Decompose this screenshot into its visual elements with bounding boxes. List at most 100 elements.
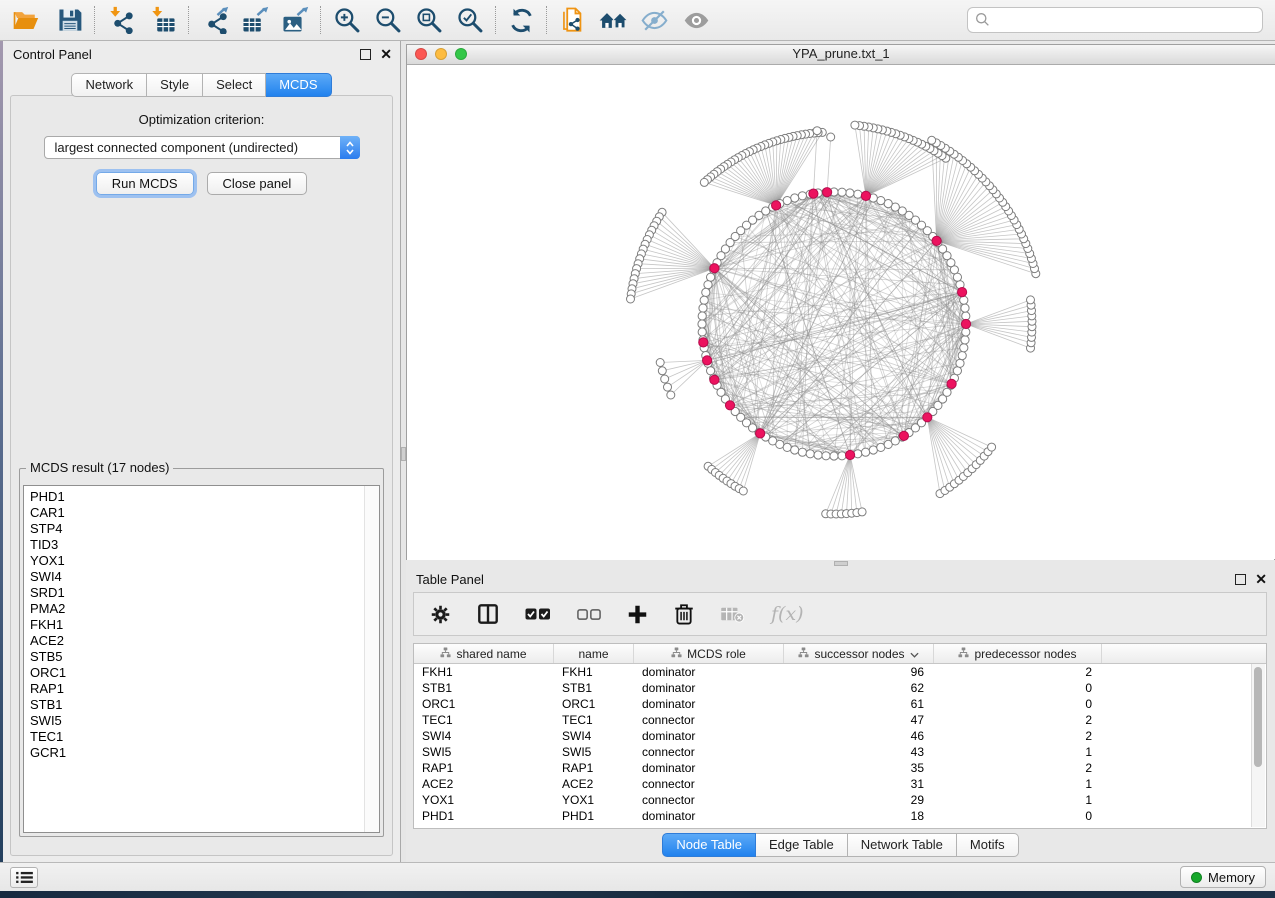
network-node[interactable] — [699, 304, 707, 312]
network-node[interactable] — [960, 296, 968, 304]
show-all-icon[interactable] — [682, 3, 711, 37]
delete-table-icon[interactable] — [720, 605, 745, 623]
network-node[interactable] — [838, 188, 846, 196]
dominator-node[interactable] — [703, 356, 712, 365]
table-row[interactable]: SWI5SWI5connector431 — [414, 744, 1266, 760]
dominator-node[interactable] — [958, 288, 967, 297]
export-image-icon[interactable] — [281, 3, 309, 37]
network-node[interactable] — [656, 359, 664, 367]
mcds-result-item[interactable]: CAR1 — [30, 505, 379, 521]
network-node[interactable] — [960, 344, 968, 352]
network-node[interactable] — [1027, 296, 1035, 304]
dominator-node[interactable] — [823, 188, 832, 197]
tab-select[interactable]: Select — [203, 73, 266, 97]
dominator-node[interactable] — [772, 201, 781, 210]
mcds-result-item[interactable]: STP4 — [30, 521, 379, 537]
function-builder-icon[interactable]: f(x) — [771, 603, 804, 625]
window-close-icon[interactable] — [415, 48, 427, 60]
network-node[interactable] — [838, 452, 846, 460]
network-node[interactable] — [858, 508, 866, 516]
network-node[interactable] — [667, 391, 675, 399]
window-minimize-icon[interactable] — [435, 48, 447, 60]
close-panel-icon[interactable]: ✕ — [1255, 573, 1267, 585]
clone-network-icon[interactable] — [559, 3, 587, 37]
tab-mcds[interactable]: MCDS — [266, 73, 331, 97]
table-row[interactable]: PHD1PHD1dominator180 — [414, 808, 1266, 824]
column-header-mcds-role[interactable]: MCDS role — [634, 644, 784, 663]
table-row[interactable]: RAP1RAP1dominator352 — [414, 760, 1266, 776]
dominator-node[interactable] — [809, 189, 818, 198]
network-canvas[interactable] — [407, 65, 1274, 560]
network-node[interactable] — [877, 197, 885, 205]
mcds-result-item[interactable]: ORC1 — [30, 665, 379, 681]
mcds-result-item[interactable]: SWI4 — [30, 569, 379, 585]
dominator-node[interactable] — [861, 191, 870, 200]
table-row[interactable]: TEC1TEC1connector472 — [414, 712, 1266, 728]
dominator-node[interactable] — [756, 429, 765, 438]
close-panel-button[interactable]: Close panel — [207, 172, 308, 195]
deselect-all-rows-icon[interactable] — [577, 608, 601, 621]
network-node[interactable] — [700, 296, 708, 304]
mcds-result-item[interactable]: STB1 — [30, 697, 379, 713]
network-node[interactable] — [707, 273, 715, 281]
network-node[interactable] — [953, 367, 961, 375]
dominator-node[interactable] — [710, 264, 719, 273]
network-node[interactable] — [961, 336, 969, 344]
scrollbar-thumb[interactable] — [1254, 667, 1262, 767]
network-node[interactable] — [813, 127, 821, 135]
table-row[interactable]: FKH1FKH1dominator962 — [414, 664, 1266, 680]
column-header-predecessor-nodes[interactable]: predecessor nodes — [934, 644, 1102, 663]
dominator-node[interactable] — [710, 375, 719, 384]
open-file-icon[interactable] — [12, 3, 39, 37]
network-node[interactable] — [698, 320, 706, 328]
tab-network-table[interactable]: Network Table — [848, 833, 957, 857]
import-table-icon[interactable] — [149, 3, 177, 37]
tab-edge-table[interactable]: Edge Table — [756, 833, 848, 857]
dominator-node[interactable] — [923, 413, 932, 422]
mcds-result-item[interactable]: PHD1 — [30, 489, 379, 505]
column-header-successor-nodes[interactable]: successor nodes — [784, 644, 934, 663]
mcds-result-item[interactable]: FKH1 — [30, 617, 379, 633]
mcds-result-item[interactable]: TID3 — [30, 537, 379, 553]
dominator-node[interactable] — [961, 319, 970, 328]
network-node[interactable] — [798, 192, 806, 200]
zoom-selected-icon[interactable] — [456, 3, 484, 37]
tab-style[interactable]: Style — [147, 73, 203, 97]
network-node[interactable] — [791, 446, 799, 454]
mcds-result-item[interactable]: PMA2 — [30, 601, 379, 617]
first-neighbors-icon[interactable] — [598, 3, 629, 37]
network-graph[interactable] — [407, 65, 1274, 560]
network-node[interactable] — [739, 487, 747, 495]
export-network-icon[interactable] — [201, 3, 229, 37]
window-zoom-icon[interactable] — [455, 48, 467, 60]
mcds-result-item[interactable]: SWI5 — [30, 713, 379, 729]
network-node[interactable] — [854, 190, 862, 198]
save-session-icon[interactable] — [57, 3, 83, 37]
network-node[interactable] — [961, 304, 969, 312]
settings-gear-icon[interactable] — [430, 604, 451, 625]
table-scrollbar[interactable] — [1251, 664, 1265, 827]
network-node[interactable] — [661, 375, 669, 383]
search-input[interactable] — [967, 7, 1263, 33]
network-node[interactable] — [664, 383, 672, 391]
network-node[interactable] — [702, 288, 710, 296]
refresh-icon[interactable] — [508, 3, 535, 37]
hide-selected-icon[interactable] — [640, 3, 669, 37]
table-row[interactable]: STB1STB1dominator620 — [414, 680, 1266, 696]
zoom-fit-icon[interactable] — [415, 3, 443, 37]
mcds-result-item[interactable]: TEC1 — [30, 729, 379, 745]
network-node[interactable] — [962, 312, 970, 320]
mcds-list-scrollbar[interactable] — [364, 486, 379, 832]
network-node[interactable] — [956, 359, 964, 367]
network-node[interactable] — [700, 178, 708, 186]
mcds-result-item[interactable]: GCR1 — [30, 745, 379, 761]
dominator-node[interactable] — [932, 236, 941, 245]
dominator-node[interactable] — [725, 401, 734, 410]
add-icon[interactable] — [627, 604, 648, 625]
network-node[interactable] — [658, 367, 666, 375]
column-header-shared-name[interactable]: shared name — [414, 644, 554, 663]
tab-network[interactable]: Network — [71, 73, 147, 97]
tab-node-table[interactable]: Node Table — [662, 833, 756, 857]
network-node[interactable] — [704, 281, 712, 289]
split-panel-icon[interactable] — [477, 603, 499, 625]
